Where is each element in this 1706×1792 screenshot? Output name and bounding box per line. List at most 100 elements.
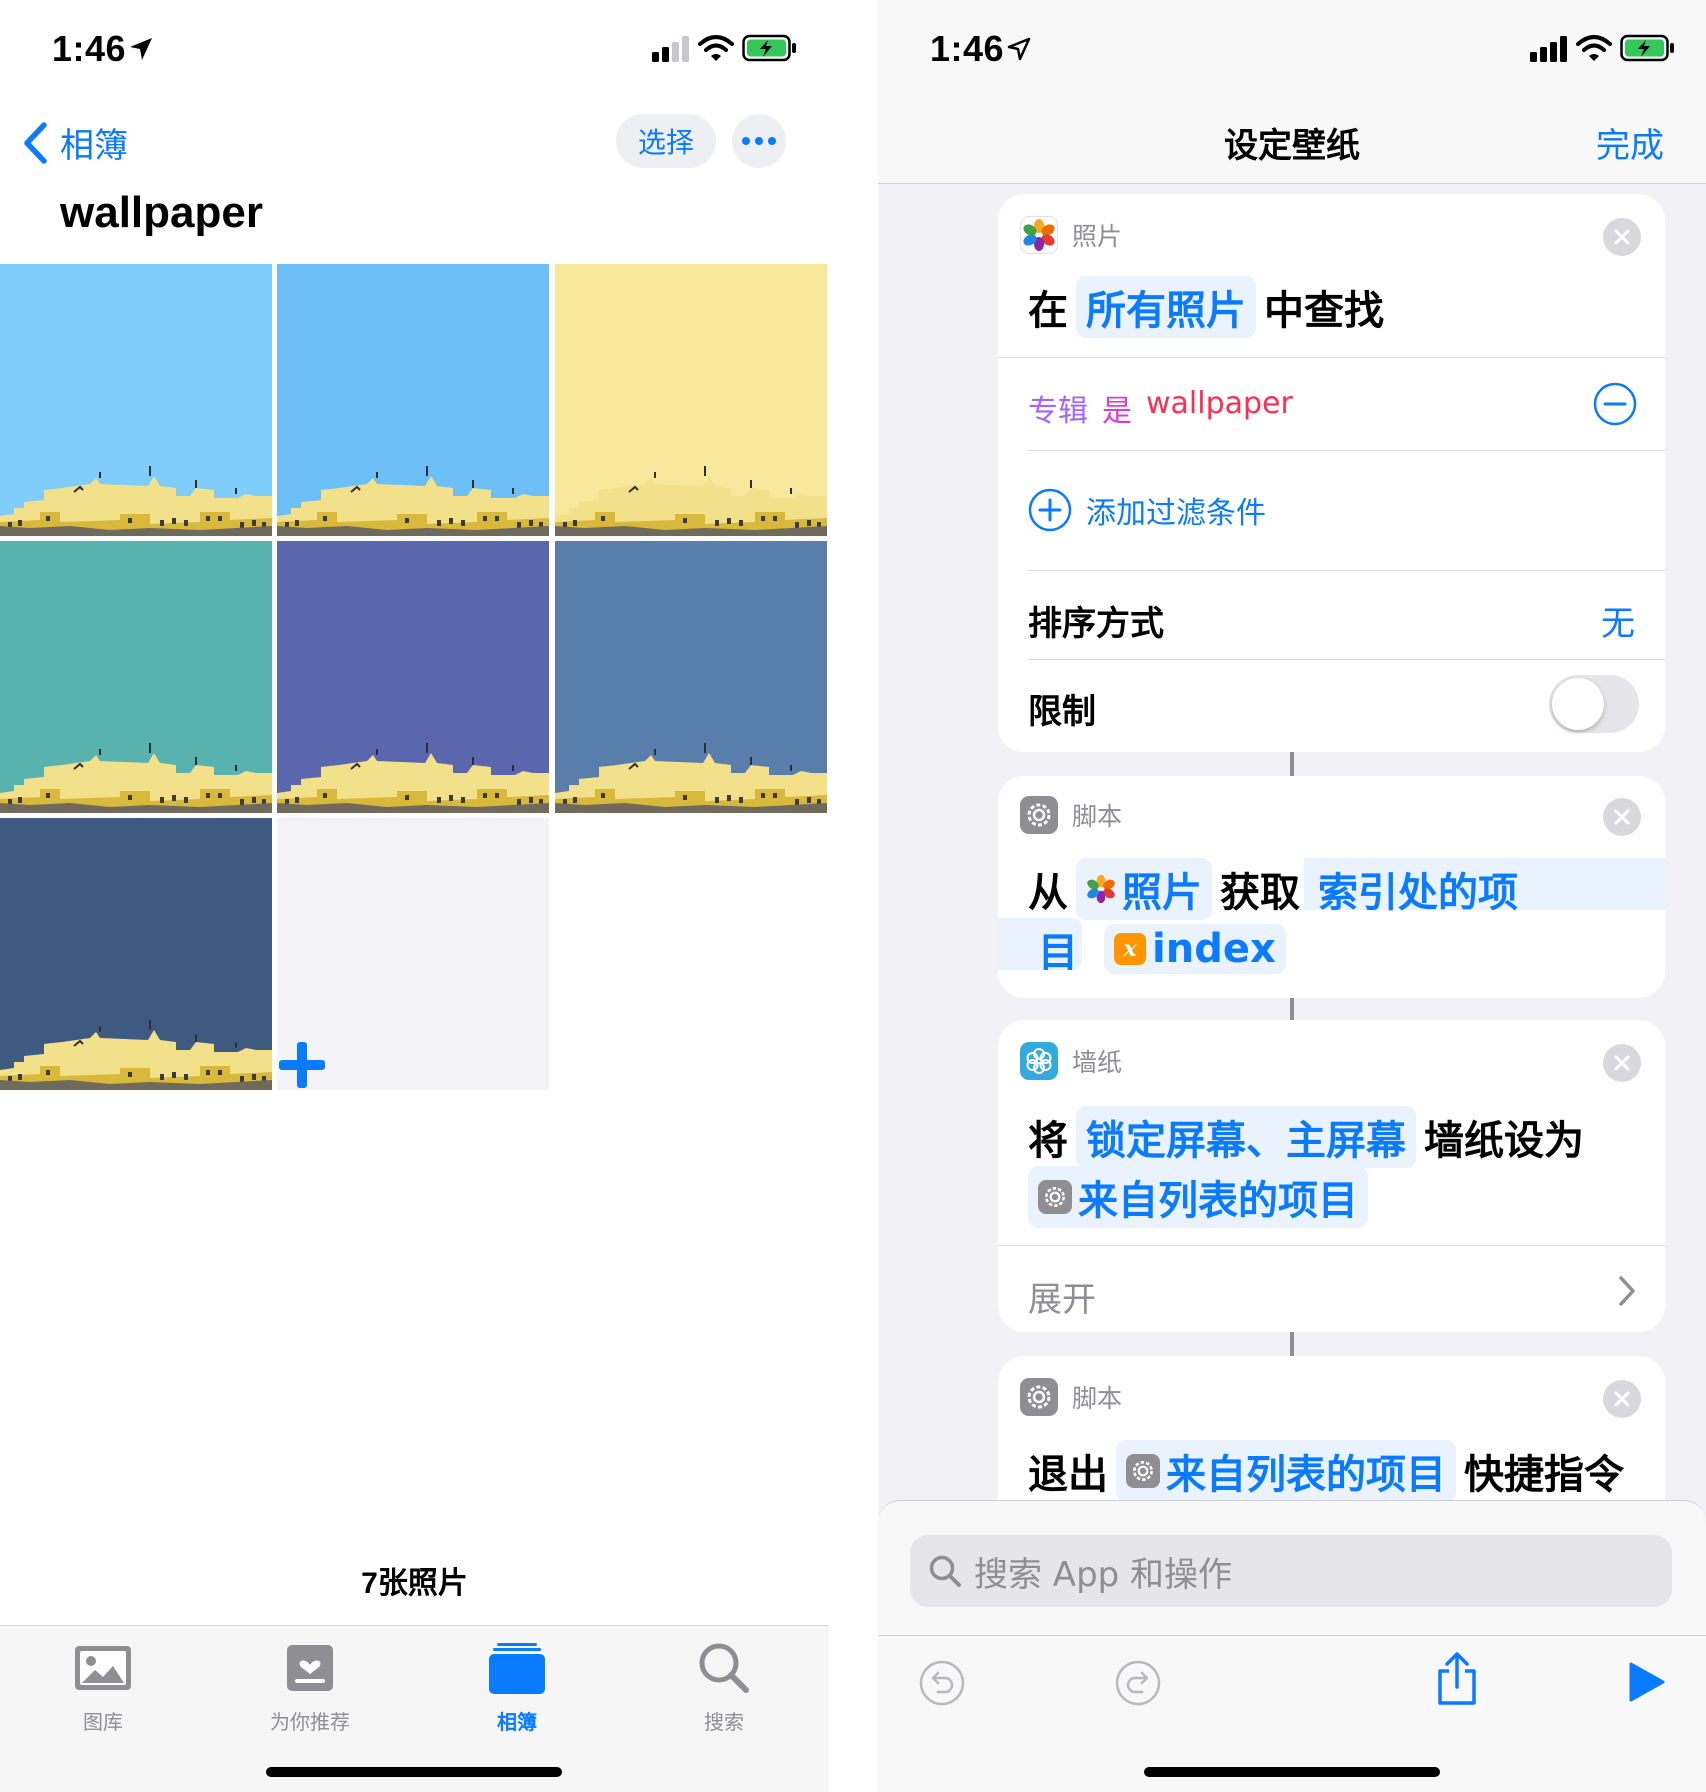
battery-charging-icon (1620, 34, 1674, 62)
action-sentence: 将 锁定屏幕、主屏幕 墙纸设为 (1028, 1106, 1584, 1168)
action-app-name: 脚本 (1072, 1384, 1123, 1413)
photo-thumbnail[interactable] (0, 264, 272, 536)
divider (998, 357, 1665, 358)
photo-thumbnail[interactable] (0, 818, 272, 1090)
photo-thumbnail[interactable] (555, 264, 827, 536)
search-icon (929, 1555, 961, 1587)
close-icon (1614, 1391, 1630, 1407)
albums-icon (489, 1643, 545, 1694)
action-connector (1290, 998, 1294, 1020)
sentence-text: 获取 (1220, 870, 1300, 916)
redo-icon[interactable] (1114, 1659, 1162, 1707)
done-button[interactable]: 完成 (1596, 118, 1664, 167)
filter-value[interactable]: wallpaper (1146, 386, 1293, 430)
gear-icon (1133, 1461, 1153, 1481)
action-search-field[interactable]: 搜索 App 和操作 (910, 1535, 1672, 1607)
sentence-text: 快捷指令 (1464, 1452, 1624, 1498)
screens-token[interactable]: 锁定屏幕、主屏幕 (1076, 1106, 1416, 1168)
sentence-text: 在 (1028, 288, 1068, 334)
undo-icon[interactable] (918, 1659, 966, 1707)
remove-action-button[interactable] (1603, 218, 1641, 256)
photos-flower-icon (1023, 219, 1055, 251)
remove-action-button[interactable] (1603, 1044, 1641, 1082)
token-label: 来自列表的项目 (1166, 1452, 1446, 1498)
close-icon (1614, 1055, 1630, 1071)
remove-action-button[interactable] (1603, 798, 1641, 836)
more-button[interactable] (732, 114, 786, 168)
rooftop-skyline-graphic (0, 1020, 272, 1090)
add-photo-button[interactable] (277, 818, 549, 1090)
sort-value[interactable]: 无 (1601, 596, 1635, 645)
rooftop-skyline-graphic (555, 466, 827, 536)
index-variable-token[interactable]: x index (1104, 924, 1286, 974)
minus-circle-icon (1593, 382, 1637, 426)
action-sentence: 来自列表的项目 (1028, 1166, 1376, 1228)
share-icon[interactable] (1434, 1651, 1480, 1707)
action-search-panel: 搜索 App 和操作 (878, 1500, 1706, 1792)
photo-grid (0, 264, 829, 1094)
action-header: 脚本 (1020, 796, 1122, 834)
status-time: 1:46 (52, 28, 127, 69)
list-item-variable-token[interactable]: 来自列表的项目 (1116, 1440, 1456, 1502)
item-type-token[interactable]: 索引处的项 (1308, 858, 1528, 920)
tab-label: 相簿 (497, 1710, 537, 1734)
item-type-token-cont[interactable]: 目 (1028, 918, 1088, 980)
action-app-name: 脚本 (1072, 802, 1123, 831)
tab-search[interactable]: 搜索 (644, 1638, 804, 1735)
shortcut-title: 设定壁纸 (1224, 126, 1360, 166)
filter-operator[interactable]: 是 (1102, 386, 1132, 430)
photo-thumbnail[interactable] (0, 541, 272, 813)
photos-app-icon (1020, 216, 1058, 254)
sentence-text: 墙纸设为 (1424, 1118, 1584, 1164)
rooftop-skyline-graphic (277, 743, 549, 813)
token-label: index (1152, 926, 1276, 972)
find-photos-action[interactable]: 照片 在 所有照片 中查找 专辑 是 wallpaper 添加过滤条件 排序方式… (998, 194, 1665, 752)
home-indicator (1144, 1767, 1440, 1777)
action-connector (1290, 1332, 1294, 1356)
photos-flower-icon (1087, 874, 1115, 904)
select-button[interactable]: 选择 (616, 114, 716, 168)
remove-filter-button[interactable] (1593, 382, 1637, 426)
tab-library[interactable]: 图库 (23, 1638, 183, 1735)
sentence-text: 将 (1028, 1118, 1068, 1164)
set-wallpaper-action[interactable]: 墙纸 将 锁定屏幕、主屏幕 墙纸设为 来自列表的项目 展开 (998, 1020, 1665, 1332)
source-token[interactable]: 所有照片 (1076, 276, 1256, 338)
action-sentence: 退出 来自列表的项目 快捷指令 (1028, 1440, 1624, 1502)
close-icon (1614, 809, 1630, 825)
divider (1028, 450, 1665, 451)
action-connector (1290, 752, 1294, 776)
chevron-left-icon (24, 121, 47, 164)
wifi-icon (1576, 35, 1612, 61)
limit-toggle[interactable] (1549, 675, 1639, 733)
ellipsis-icon (742, 137, 776, 145)
tab-for-you[interactable]: 为你推荐 (230, 1638, 390, 1735)
tab-albums[interactable]: 相簿 (437, 1638, 597, 1735)
chevron-right-icon[interactable] (1617, 1274, 1637, 1308)
photo-thumbnail[interactable] (555, 541, 827, 813)
gear-icon (1045, 1187, 1065, 1207)
filter-field[interactable]: 专辑 (1028, 386, 1088, 430)
status-time: 1:46 (930, 28, 1005, 69)
plus-circle-icon (1028, 488, 1072, 532)
sentence-text: 中查找 (1264, 288, 1384, 334)
get-item-action[interactable]: 脚本 从 照片 获取 索引处的项 目 x index (998, 776, 1665, 998)
run-play-icon[interactable] (1628, 1661, 1666, 1703)
limit-label: 限制 (1028, 692, 1096, 732)
action-sentence: 从 照片 获取 索引处的项 (1028, 858, 1536, 920)
gear-badge (1126, 1454, 1160, 1488)
battery-charging-icon (742, 34, 796, 62)
list-item-variable-token[interactable]: 来自列表的项目 (1028, 1166, 1368, 1228)
tab-label: 图库 (83, 1710, 123, 1734)
scripting-app-icon (1020, 796, 1058, 834)
back-button[interactable]: 相簿 (22, 118, 128, 167)
remove-action-button[interactable] (1603, 1380, 1641, 1418)
filter-row[interactable]: 专辑 是 wallpaper (1028, 386, 1293, 430)
token-label: 来自列表的项目 (1078, 1178, 1358, 1224)
sort-label: 排序方式 (1028, 604, 1164, 644)
add-filter-button[interactable]: 添加过滤条件 (1028, 488, 1266, 532)
photos-variable-token[interactable]: 照片 (1076, 858, 1212, 920)
expand-label[interactable]: 展开 (1028, 1272, 1096, 1321)
divider (1028, 659, 1665, 660)
photo-thumbnail[interactable] (277, 264, 549, 536)
photo-thumbnail[interactable] (277, 541, 549, 813)
